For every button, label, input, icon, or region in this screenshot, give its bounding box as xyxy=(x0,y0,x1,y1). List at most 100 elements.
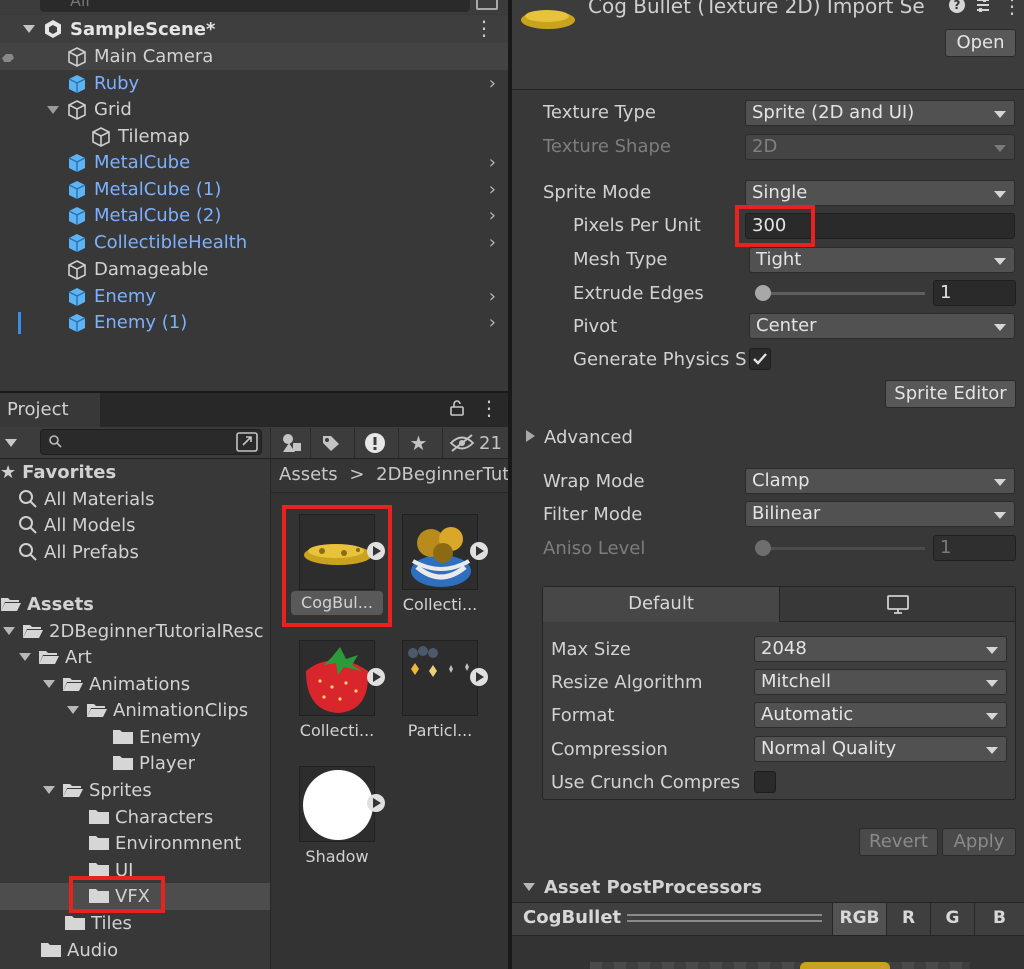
scene-menu-icon[interactable]: ⋮ xyxy=(474,16,494,40)
collapse-arrow-icon[interactable] xyxy=(42,783,56,797)
chevron-right-icon[interactable]: › xyxy=(489,205,496,226)
lock-icon[interactable] xyxy=(450,400,464,416)
breadcrumb-folder[interactable]: 2DBeginnerTut xyxy=(376,464,509,485)
breadcrumb-assets[interactable]: Assets xyxy=(279,464,338,485)
apply-button[interactable]: Apply xyxy=(942,828,1016,856)
hierarchy-item-tilemap[interactable]: Tilemap xyxy=(0,123,508,150)
hierarchy-item-enemy[interactable]: Enemy › xyxy=(0,283,508,310)
folder-2dbeginner[interactable]: 2DBeginnerTutorialResc xyxy=(0,618,271,644)
extrude-edges-input[interactable]: 1 xyxy=(933,280,1016,306)
wrap-mode-dropdown[interactable]: Clamp xyxy=(745,468,1015,494)
channel-r-button[interactable]: R xyxy=(886,903,930,935)
play-icon[interactable] xyxy=(470,542,488,560)
hierarchy-search[interactable] xyxy=(40,0,470,12)
sprite-editor-button[interactable]: Sprite Editor xyxy=(885,380,1016,408)
folder-player[interactable]: Player xyxy=(112,750,195,776)
scene-row[interactable]: SampleScene* ⋮ xyxy=(0,15,508,43)
sprite-mode-dropdown[interactable]: Single xyxy=(745,180,1015,206)
use-crunch-checkbox[interactable] xyxy=(754,771,776,793)
hierarchy-item-metalcube[interactable]: MetalCube › xyxy=(0,149,508,176)
asset-tile-collectible-2[interactable] xyxy=(299,640,385,716)
hierarchy-item-ruby[interactable]: Ruby › xyxy=(0,70,508,97)
compression-dropdown[interactable]: Normal Quality xyxy=(754,736,1007,762)
format-dropdown[interactable]: Automatic xyxy=(754,702,1007,728)
open-label: Open xyxy=(956,32,1005,53)
hierarchy-item-damageable[interactable]: Damageable xyxy=(0,256,508,283)
collapse-arrow-icon[interactable] xyxy=(22,22,36,36)
hierarchy-item-metalcube-1[interactable]: MetalCube (1) › xyxy=(0,176,508,203)
favorite-button[interactable]: ★ xyxy=(398,428,438,458)
assets-header[interactable]: Assets xyxy=(0,591,94,617)
favorite-all-materials[interactable]: All Materials xyxy=(18,486,155,512)
generate-physics-checkbox[interactable] xyxy=(749,348,771,370)
play-icon[interactable] xyxy=(367,668,385,686)
favorites-header[interactable]: ★ Favorites xyxy=(0,459,116,485)
folder-characters[interactable]: Characters xyxy=(88,804,213,830)
tab-project[interactable]: Project xyxy=(0,393,100,427)
folder-environmnent[interactable]: Environmnent xyxy=(88,830,241,856)
folder-audio[interactable]: Audio xyxy=(40,937,118,963)
channel-rgb-button[interactable]: RGB xyxy=(832,903,886,935)
hierarchy-item-collectiblehealth[interactable]: CollectibleHealth › xyxy=(0,229,508,256)
collapse-arrow-icon[interactable] xyxy=(66,703,80,717)
filter-mode-dropdown[interactable]: Bilinear xyxy=(745,501,1015,527)
revert-button[interactable]: Revert xyxy=(859,828,938,856)
chevron-right-icon[interactable]: › xyxy=(489,179,496,200)
hierarchy-item-grid[interactable]: Grid xyxy=(0,96,508,123)
collapse-arrow-icon[interactable] xyxy=(42,677,56,691)
help-icon[interactable]: ? xyxy=(948,0,966,14)
extrude-edges-slider-knob[interactable] xyxy=(755,285,771,301)
max-size-dropdown[interactable]: 2048 xyxy=(754,636,1007,662)
asset-tile-shadow[interactable] xyxy=(299,766,385,842)
folder-tiles[interactable]: Tiles xyxy=(64,910,132,936)
hierarchy-item-metalcube-2[interactable]: MetalCube (2) › xyxy=(0,202,508,229)
filter-by-log-button[interactable] xyxy=(354,428,394,458)
pivot-dropdown[interactable]: Center xyxy=(749,313,1015,339)
asset-postprocessors-foldout[interactable]: Asset PostProcessors xyxy=(522,877,762,898)
play-icon[interactable] xyxy=(470,668,488,686)
extrude-edges-slider-track[interactable] xyxy=(755,292,925,295)
advanced-foldout[interactable]: Advanced xyxy=(524,427,633,448)
search-window-icon[interactable] xyxy=(236,432,258,452)
chevron-right-icon[interactable]: › xyxy=(489,73,496,94)
hierarchy-label: MetalCube (2) xyxy=(94,205,222,226)
chevron-right-icon[interactable]: › xyxy=(489,286,496,307)
collapse-arrow-icon[interactable] xyxy=(18,650,32,664)
favorite-all-models[interactable]: All Models xyxy=(18,512,135,538)
asset-tile-particle[interactable] xyxy=(402,640,488,716)
collapse-arrow-icon[interactable] xyxy=(46,103,60,117)
chevron-right-icon[interactable]: › xyxy=(489,312,496,333)
folder-sprites[interactable]: Sprites xyxy=(42,777,152,803)
folder-enemy[interactable]: Enemy xyxy=(112,724,201,750)
project-menu-icon[interactable]: ⋮ xyxy=(479,396,499,420)
tab-standalone-platform[interactable] xyxy=(779,587,1015,622)
folder-art[interactable]: Art xyxy=(18,644,92,670)
channel-g-button[interactable]: G xyxy=(930,903,974,935)
hidden-packages-button[interactable]: 21 xyxy=(442,428,508,458)
asset-tile-collectible-1[interactable] xyxy=(402,514,488,590)
folder-animations[interactable]: Animations xyxy=(42,671,190,697)
open-button[interactable]: Open xyxy=(945,29,1016,57)
texture-type-dropdown[interactable]: Sprite (2D and UI) xyxy=(745,100,1015,126)
favorite-all-prefabs[interactable]: All Prefabs xyxy=(18,539,139,565)
hierarchy-item-enemy-1[interactable]: Enemy (1) › xyxy=(0,309,508,336)
collapse-arrow-icon[interactable] xyxy=(2,624,16,638)
folder-animationclips[interactable]: AnimationClips xyxy=(66,697,248,723)
presets-icon[interactable] xyxy=(974,0,992,14)
resize-algorithm-dropdown[interactable]: Mitchell xyxy=(754,669,1007,695)
project-search-input[interactable] xyxy=(40,429,262,455)
inspector-menu-icon[interactable]: ⋮ xyxy=(1002,0,1022,18)
filter-by-type-button[interactable] xyxy=(270,428,310,458)
channel-b-button[interactable]: B xyxy=(974,903,1024,935)
create-dropdown-icon[interactable] xyxy=(4,437,18,449)
chevron-right-icon[interactable]: › xyxy=(489,152,496,173)
preview-drag-handle[interactable] xyxy=(627,914,822,922)
filter-by-label-button[interactable] xyxy=(310,428,350,458)
visibility-hand-icon[interactable] xyxy=(0,49,16,65)
hierarchy-item-main-camera[interactable]: Main Camera xyxy=(0,43,508,70)
tab-default-platform[interactable]: Default xyxy=(543,587,779,622)
play-icon[interactable] xyxy=(367,794,385,812)
chevron-right-icon[interactable]: › xyxy=(489,232,496,253)
hierarchy-create-icon[interactable] xyxy=(476,0,498,10)
mesh-type-dropdown[interactable]: Tight xyxy=(749,247,1015,273)
